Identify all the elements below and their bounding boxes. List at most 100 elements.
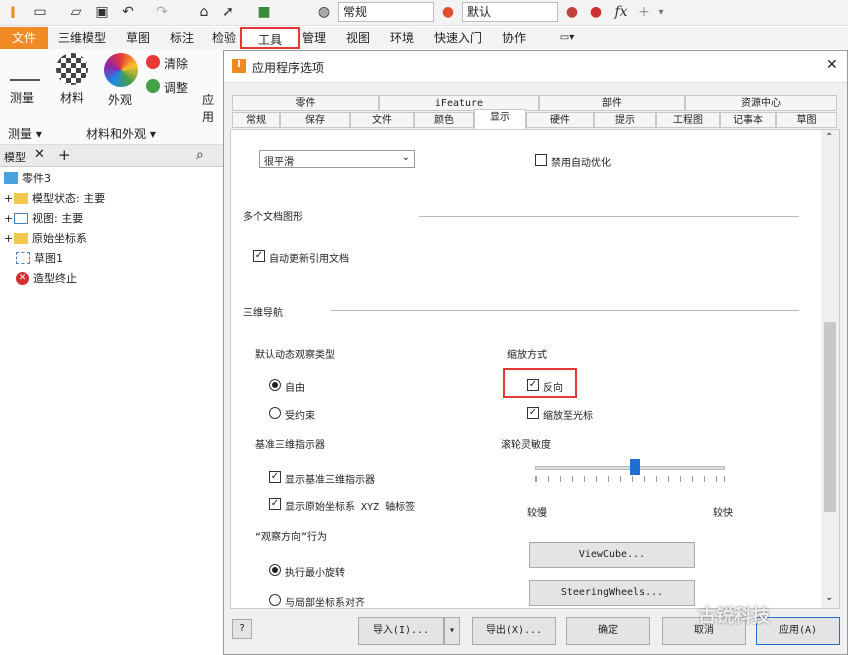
tree-item-model-state[interactable]: + 模型状态: 主要	[4, 189, 105, 207]
redo-icon[interactable]: ↷	[150, 3, 174, 21]
align-local-radio[interactable]	[269, 594, 281, 606]
undo-icon[interactable]: ↶	[116, 3, 140, 21]
tab-hardware[interactable]: 硬件	[526, 112, 594, 128]
tab-general[interactable]: 常规	[232, 112, 280, 128]
reverse-checkbox[interactable]: ✓	[527, 379, 539, 391]
tab-environment[interactable]: 环境	[382, 27, 422, 49]
tab-content-center[interactable]: 资源中心	[685, 95, 837, 111]
tab-assembly[interactable]: 部件	[539, 95, 685, 111]
clear-button[interactable]: 清除	[164, 55, 188, 72]
tab-part[interactable]: 零件	[232, 95, 379, 111]
constrained-radio[interactable]	[269, 407, 281, 419]
scroll-down-icon[interactable]: ⌄	[825, 592, 833, 603]
import-button[interactable]: 导入(I)...	[358, 617, 444, 645]
smoothness-select[interactable]: 很平滑 ⌄	[259, 150, 415, 168]
expand-icon[interactable]: +	[4, 212, 14, 225]
update-icon[interactable]: ■	[254, 3, 274, 21]
panel-toggle-icon[interactable]: ▭▾	[552, 27, 582, 49]
tree-item-view[interactable]: + 视图: 主要	[4, 209, 83, 227]
show-base-label: 显示基准三维指示器	[285, 475, 375, 486]
adjust-appearance-icon[interactable]: ●	[586, 3, 606, 21]
tab-view[interactable]: 视图	[338, 27, 378, 49]
close-icon[interactable]: ✕	[34, 147, 45, 162]
slider-thumb[interactable]	[629, 459, 640, 475]
viewcube-button[interactable]: ViewCube...	[529, 542, 695, 568]
tab-display[interactable]: 显示	[474, 109, 526, 129]
group-material[interactable]: 材料和外观 ▾	[86, 125, 156, 142]
tree-item-end-of-part[interactable]: ✕ 造型终止	[16, 269, 77, 287]
customize-dropdown-icon[interactable]: ▾	[654, 3, 668, 21]
scroll-thumb[interactable]	[824, 322, 836, 512]
color-wheel-icon[interactable]: ●	[438, 3, 458, 21]
browser-tab-model[interactable]: 模型	[4, 149, 26, 165]
clear-icon	[146, 55, 160, 69]
tab-inspect[interactable]: 检验	[206, 27, 242, 49]
show-origin-label: 显示原始坐标系 XYZ 轴标签	[285, 502, 416, 513]
dialog-titlebar: I 应用程序选项 ✕	[224, 51, 847, 83]
tab-save[interactable]: 保存	[280, 112, 350, 128]
plus-icon[interactable]: +	[636, 3, 652, 21]
expand-icon[interactable]: +	[4, 232, 14, 245]
export-button[interactable]: 导出(X)...	[472, 617, 556, 645]
auto-update-checkbox[interactable]: ✓	[253, 250, 265, 262]
home-icon[interactable]: ⌂	[194, 3, 214, 21]
select-icon[interactable]: ➚	[218, 3, 238, 21]
open-folder-icon[interactable]: ▱	[66, 3, 86, 21]
adjust-button[interactable]: 调整	[164, 79, 188, 96]
tab-3d-model[interactable]: 三维模型	[52, 27, 112, 49]
wheel-sens-slider[interactable]	[535, 459, 725, 475]
save-icon[interactable]: ▣	[92, 3, 112, 21]
scrollbar[interactable]: ⌃ ⌄	[821, 130, 839, 608]
apply-button[interactable]: 应用	[202, 91, 225, 125]
quick-access-toolbar: I ▭ ▱ ▣ ↶ ↷ ⌂ ➚ ■ ◍ 常规 ● 默认 ● ● fx + ▾	[0, 0, 848, 26]
tab-file[interactable]: 文件	[0, 27, 48, 49]
appearance-combo[interactable]: 默认	[462, 2, 558, 22]
tree-item-part[interactable]: 零件3	[4, 169, 51, 187]
close-icon[interactable]: ✕	[826, 57, 838, 73]
zoom-cursor-checkbox[interactable]: ✓	[527, 407, 539, 419]
tab-sketch[interactable]: 草图	[776, 112, 837, 128]
multi-doc-heading: 多个文档图形	[243, 212, 303, 223]
search-icon[interactable]: ⌕	[196, 147, 204, 163]
add-tab-icon[interactable]: +	[58, 146, 71, 164]
steeringwheels-button[interactable]: SteeringWheels...	[529, 580, 695, 606]
highlight-box	[503, 368, 577, 398]
material-ball-icon[interactable]: ◍	[314, 3, 334, 21]
fx-icon[interactable]: fx	[610, 3, 632, 21]
min-rot-radio[interactable]	[269, 564, 281, 576]
clear-appearance-icon[interactable]: ●	[562, 3, 582, 21]
tab-prompts[interactable]: 提示	[594, 112, 656, 128]
tab-colors[interactable]: 颜色	[414, 112, 474, 128]
tab-notebook[interactable]: 记事本	[720, 112, 776, 128]
app-logo-icon[interactable]: I	[4, 3, 22, 22]
tab-get-started[interactable]: 快速入门	[428, 27, 488, 49]
tab-manage[interactable]: 管理	[298, 27, 330, 49]
disable-auto-opt-checkbox[interactable]	[535, 154, 547, 166]
ok-button[interactable]: 确定	[566, 617, 650, 645]
import-dropdown-icon[interactable]: ▾	[444, 617, 460, 645]
tab-sketch[interactable]: 草图	[118, 27, 158, 49]
tab-annotate[interactable]: 标注	[162, 27, 202, 49]
show-origin-checkbox[interactable]: ✓	[269, 498, 281, 510]
new-file-icon[interactable]: ▭	[30, 3, 50, 21]
color-wheel-icon	[104, 53, 138, 87]
scroll-up-icon[interactable]: ⌃	[825, 132, 833, 143]
watermark: 古锐科技	[698, 606, 770, 627]
tab-drawing[interactable]: 工程图	[656, 112, 720, 128]
group-measure[interactable]: 测量 ▾	[8, 125, 42, 142]
appearance-button[interactable]: 外观	[108, 91, 132, 108]
show-base-checkbox[interactable]: ✓	[269, 471, 281, 483]
divider	[419, 216, 799, 217]
tab-tools[interactable]: 工具	[240, 27, 300, 49]
expand-icon[interactable]: +	[4, 192, 14, 205]
free-radio[interactable]	[269, 379, 281, 391]
style-combo[interactable]: 常规	[338, 2, 434, 22]
tab-files[interactable]: 文件	[350, 112, 414, 128]
measure-button[interactable]: 测量	[10, 89, 34, 106]
view-dir-heading: “观察方向”行为	[255, 532, 328, 543]
help-button[interactable]: ?	[232, 619, 252, 639]
material-button[interactable]: 材料	[60, 89, 84, 106]
tree-item-origin[interactable]: + 原始坐标系	[4, 229, 87, 247]
tab-collaborate[interactable]: 协作	[494, 27, 534, 49]
tree-item-sketch[interactable]: 草图1	[16, 249, 63, 267]
